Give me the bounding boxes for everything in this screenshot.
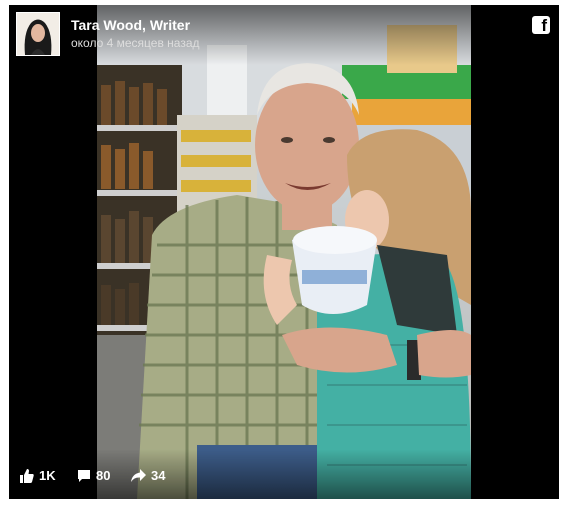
facebook-icon[interactable]: f [532,16,550,35]
comment-icon [78,469,90,482]
post-timestamp[interactable]: около 4 месяцев назад [71,36,200,50]
post-photo[interactable] [97,5,471,499]
share-arrow-icon [131,468,146,482]
author-avatar[interactable] [16,12,60,56]
comments-stat[interactable]: 80 [77,468,110,483]
post-header: Tara Wood, Writer около 4 месяцев назад … [9,5,559,65]
author-avatar-image [17,13,59,55]
comments-count: 80 [96,468,111,483]
post-engagement-bar: 1K 80 34 [9,449,559,499]
shares-count: 34 [151,468,166,483]
thumbs-up-icon [20,468,34,483]
likes-count: 1K [39,468,56,483]
author-name[interactable]: Tara Wood, Writer [71,17,190,33]
shares-stat[interactable]: 34 [131,468,165,483]
photo-illustration [97,5,471,499]
facebook-post-embed: Tara Wood, Writer около 4 месяцев назад … [9,5,559,499]
likes-stat[interactable]: 1K [20,468,56,483]
